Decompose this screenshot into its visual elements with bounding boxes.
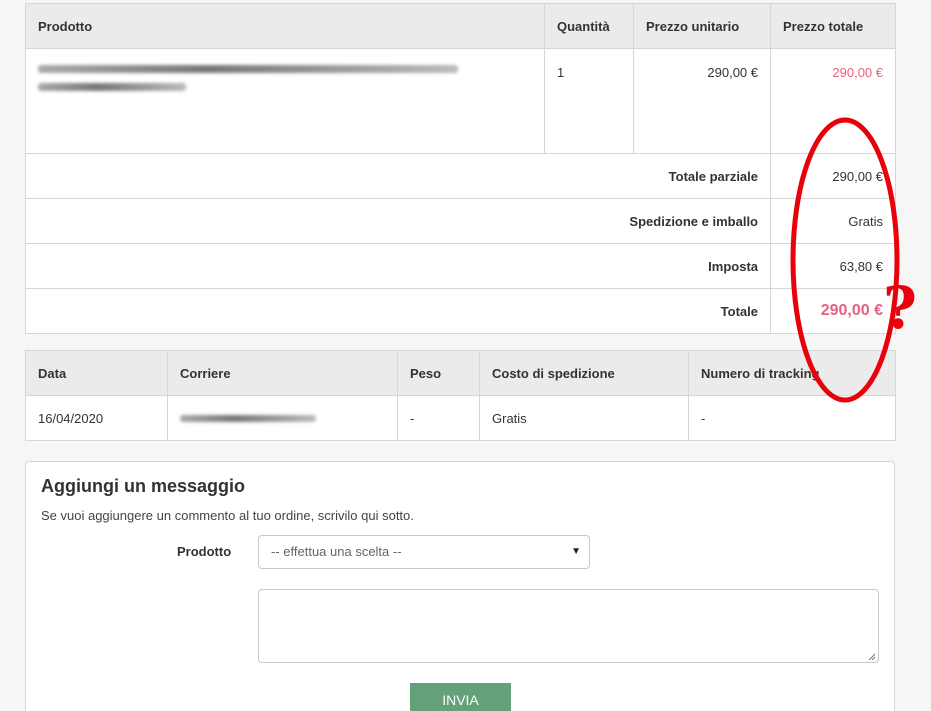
redacted-carrier-name — [180, 414, 316, 422]
redacted-product-code — [38, 83, 186, 91]
col-header-date: Data — [25, 350, 168, 396]
subtotal-value: 290,00 € — [770, 153, 896, 199]
grand-total-row: Totale 290,00 € — [25, 288, 896, 334]
shipment-date-cell: 16/04/2020 — [25, 395, 168, 441]
tracking-number-cell: - — [688, 395, 896, 441]
col-header-unit-price: Prezzo unitario — [633, 3, 771, 49]
col-header-carrier: Corriere — [167, 350, 398, 396]
product-select-value: -- effettua una scelta -- — [271, 544, 402, 559]
weight-cell: - — [397, 395, 480, 441]
col-header-product: Prodotto — [25, 3, 545, 49]
carrier-cell — [167, 395, 398, 441]
tax-value: 63,80 € — [770, 243, 896, 289]
panel-description: Se vuoi aggiungere un commento al tuo or… — [41, 508, 414, 523]
col-header-shipping-cost: Costo di spedizione — [479, 350, 689, 396]
subtotal-label: Totale parziale — [25, 153, 771, 199]
panel-title: Aggiungi un messaggio — [41, 476, 246, 496]
table-row: 1 290,00 € 290,00 € — [25, 48, 896, 154]
total-price-cell: 290,00 € — [770, 48, 896, 154]
tax-label: Imposta — [25, 243, 771, 289]
grand-total-label: Totale — [25, 288, 771, 334]
shipping-cost-row: Spedizione e imballo Gratis — [25, 198, 896, 244]
subtotal-row: Totale parziale 290,00 € — [25, 153, 896, 199]
shipments-header-row: Data Corriere Peso Costo di spedizione N… — [25, 350, 896, 396]
resize-grip-icon[interactable] — [868, 653, 876, 661]
col-header-total-price: Prezzo totale — [770, 3, 896, 49]
shipments-table: Data Corriere Peso Costo di spedizione N… — [25, 350, 896, 441]
shipment-cost-cell: Gratis — [479, 395, 689, 441]
tax-row: Imposta 63,80 € — [25, 243, 896, 289]
annotation-question-mark: ? — [883, 274, 917, 342]
send-button[interactable]: INVIA — [410, 683, 511, 711]
message-textarea[interactable] — [258, 589, 879, 663]
product-name-cell — [25, 48, 545, 154]
col-header-quantity: Quantità — [544, 3, 634, 49]
order-items-table: Prodotto Quantità Prezzo unitario Prezzo… — [25, 3, 896, 334]
shipping-cost-label: Spedizione e imballo — [25, 198, 771, 244]
product-select-label: Prodotto — [177, 544, 232, 559]
table-row: 16/04/2020 - Gratis - — [25, 395, 896, 441]
add-message-panel: Aggiungi un messaggio Se vuoi aggiungere… — [25, 461, 895, 711]
product-select[interactable]: -- effettua una scelta -- ▼ — [258, 535, 590, 569]
redacted-product-name — [38, 65, 458, 73]
col-header-tracking: Numero di tracking — [688, 350, 896, 396]
col-header-weight: Peso — [397, 350, 480, 396]
grand-total-value: 290,00 € — [770, 288, 896, 334]
unit-price-cell: 290,00 € — [633, 48, 771, 154]
caret-down-icon: ▼ — [571, 546, 581, 557]
quantity-cell: 1 — [544, 48, 634, 154]
order-header-row: Prodotto Quantità Prezzo unitario Prezzo… — [25, 3, 896, 49]
shipping-cost-value: Gratis — [770, 198, 896, 244]
